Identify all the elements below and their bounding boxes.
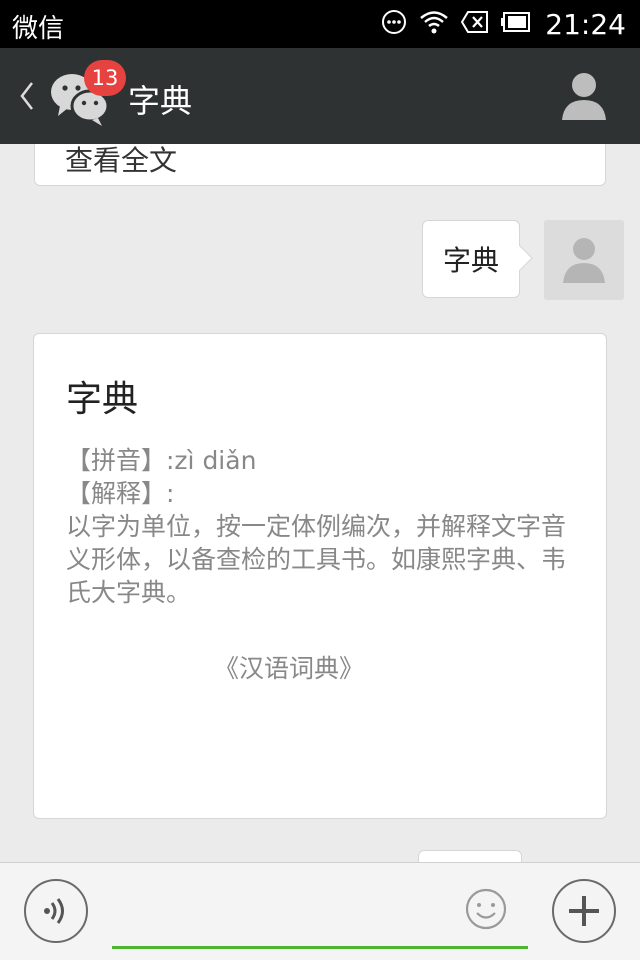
unread-badge: 13	[84, 60, 126, 96]
more-dots-icon	[381, 9, 407, 39]
previous-card-partial-text: 查看全文	[65, 144, 178, 177]
voice-input-button[interactable]	[24, 879, 88, 943]
chat-title-bar: 13 字典	[0, 48, 640, 144]
dictionary-card-body: 【拼音】:zì diǎn 【解释】: 以字为单位，按一定体例编次，并解释文字音义…	[66, 444, 576, 609]
next-message-bubble[interactable]	[418, 850, 522, 862]
smiley-icon	[465, 888, 507, 930]
plus-icon	[569, 896, 599, 926]
back-button[interactable]	[14, 74, 40, 118]
pinyin-line: 【拼音】:zì diǎn	[66, 446, 257, 475]
chevron-left-icon	[20, 82, 33, 110]
chat-info-button[interactable]	[560, 70, 608, 122]
dictionary-source: 《汉语词典》	[214, 654, 365, 683]
chat-input-bar	[0, 862, 640, 960]
emoji-button[interactable]	[464, 887, 508, 931]
explanation-label: 【解释】:	[66, 479, 175, 508]
my-avatar[interactable]	[544, 220, 624, 300]
dictionary-result-card[interactable]: 字典 【拼音】:zì diǎn 【解释】: 以字为单位，按一定体例编次，并解释文…	[33, 333, 607, 819]
status-time: 21:24	[545, 7, 626, 41]
person-icon	[562, 73, 606, 120]
chat-title: 字典	[128, 82, 193, 120]
more-options-button[interactable]	[552, 879, 616, 943]
person-icon	[563, 238, 605, 283]
status-icons: 21:24	[381, 6, 626, 42]
chat-message-list[interactable]: 查看全文 字典 字典 【拼音】:zì diǎn 【解释】: 以字为单位，按一定体…	[0, 144, 640, 862]
wifi-icon	[419, 9, 449, 39]
dictionary-card-title: 字典	[66, 379, 139, 420]
explanation-text: 以字为单位，按一定体例编次，并解释文字音义形体，以备查检的工具书。如康熙字典、韦…	[66, 512, 567, 607]
bubble-tail	[507, 245, 533, 271]
sent-message-bubble[interactable]: 字典	[421, 220, 533, 298]
no-sim-icon	[461, 10, 489, 38]
status-app-label: 微信	[12, 14, 65, 44]
previous-article-card[interactable]: 查看全文	[34, 144, 606, 186]
voice-icon	[44, 898, 64, 924]
battery-icon	[501, 11, 531, 37]
sent-message-text: 字典	[442, 244, 499, 277]
status-bar: 微信 21:24	[0, 0, 640, 48]
